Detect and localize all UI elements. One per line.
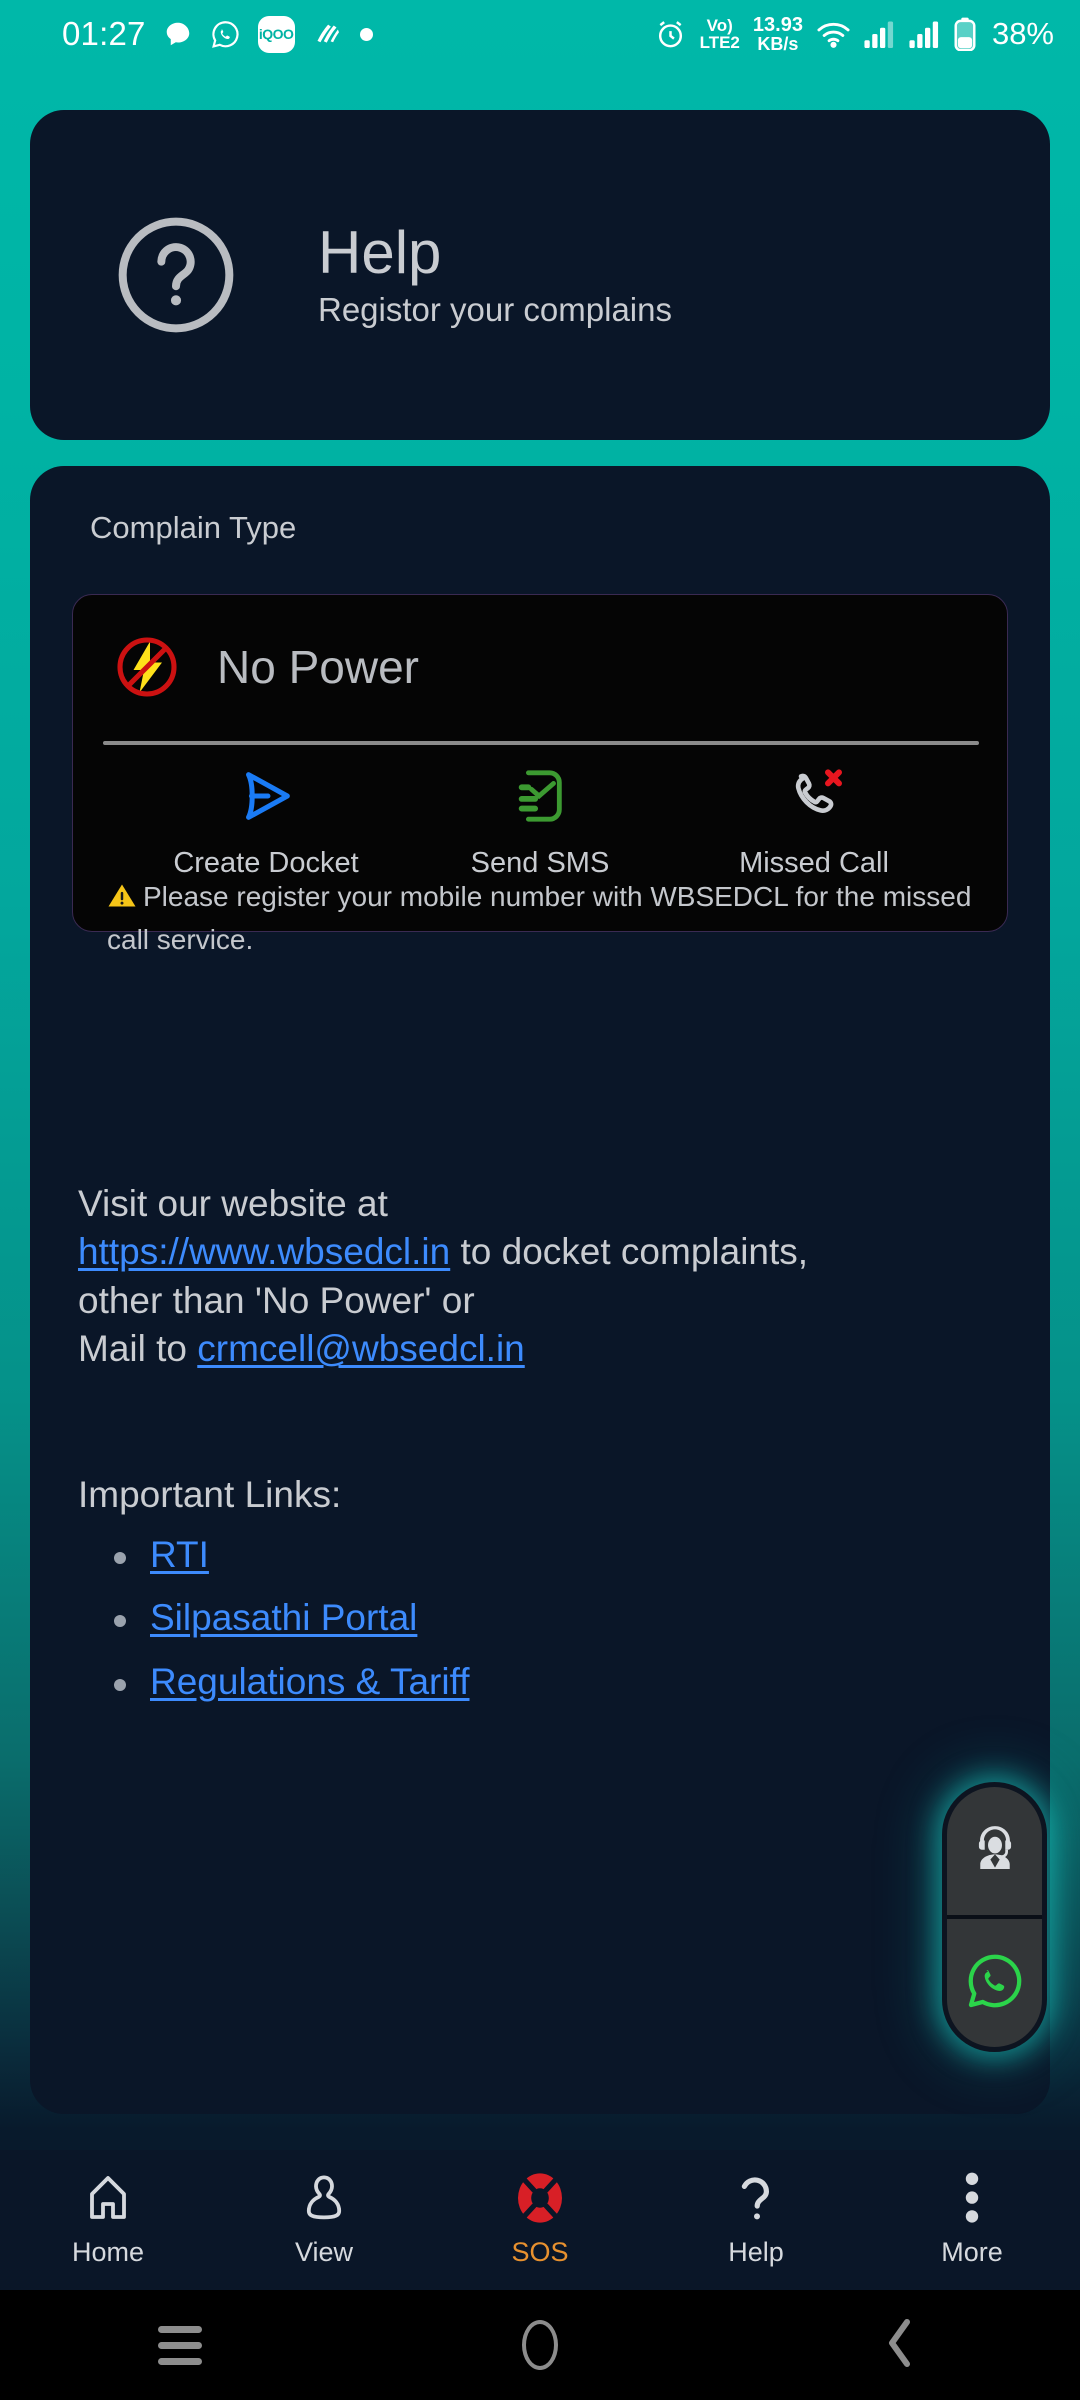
back-chevron-icon [885, 2318, 915, 2373]
nav-item-sos[interactable]: SOS [432, 2172, 648, 2268]
signal-bars-icon [864, 20, 896, 48]
person-icon [302, 2172, 346, 2224]
iqoo-icon: iQOO [257, 15, 295, 53]
missed-call-icon [784, 763, 844, 829]
swiggy-icon [312, 19, 343, 49]
visit-website-block: Visit our website at https://www.wbsedcl… [78, 1180, 1018, 1374]
sms-check-icon [512, 763, 568, 829]
android-home-button[interactable] [360, 2320, 720, 2370]
missed-call-button[interactable]: Missed Call [699, 763, 929, 880]
status-bar-clock: 01:27 [62, 15, 146, 52]
nav-label-home: Home [71, 2237, 145, 2267]
complaint-actions: Create Docket Send SMS Missed Call [73, 763, 1007, 880]
send-docket-icon [235, 763, 297, 829]
divider [103, 741, 979, 745]
important-links-list: RTI Silpasathi Portal Regulations & Tari… [88, 1528, 788, 1718]
battery-icon [954, 17, 976, 51]
create-docket-label: Create Docket [173, 847, 359, 879]
wbsedcl-website-link[interactable]: https://www.wbsedcl.in [78, 1231, 450, 1272]
home-circle-icon [522, 2320, 558, 2370]
list-item: Regulations & Tariff [88, 1655, 788, 1709]
status-bar: 01:27 iQOO Vo) LTE2 13.93 KB/s 38% [0, 0, 1080, 68]
create-docket-button[interactable]: Create Docket [151, 763, 381, 880]
sos-lifebuoy-icon [514, 2172, 566, 2224]
chat-bubble-icon [163, 19, 193, 49]
nav-item-help[interactable]: Help [648, 2172, 864, 2268]
complaint-type-no-power-card[interactable]: No Power Create Docket Send SMS Missed C… [72, 594, 1008, 955]
wifi-icon [816, 20, 851, 48]
visit-after-link: to docket complaints, [450, 1231, 809, 1273]
no-power-bolt-icon [111, 631, 183, 703]
complaint-title: No Power [217, 641, 419, 693]
page-subtitle: Registor your complains [318, 290, 672, 328]
help-header-card: Help Registor your complains [30, 110, 1050, 440]
whatsapp-button[interactable] [947, 1915, 1042, 2047]
page-title: Help [318, 219, 442, 287]
dot-icon [359, 27, 373, 41]
visit-line-1: Visit our website at [78, 1183, 388, 1224]
warning-triangle-icon [107, 880, 137, 920]
question-mark-icon [738, 2172, 774, 2224]
support-agent-button[interactable] [947, 1787, 1042, 1915]
status-bar-left: 01:27 iQOO [62, 15, 373, 53]
missed-call-note: Please register your mobile number with … [107, 877, 983, 960]
link-silpasathi-portal[interactable]: Silpasathi Portal [150, 1597, 417, 1638]
nav-label-help: Help [728, 2237, 784, 2267]
whatsapp-icon [210, 19, 241, 50]
complaint-header: No Power [73, 595, 1007, 703]
status-bar-right: Vo) LTE2 13.93 KB/s 38% [654, 13, 1054, 55]
floating-action-pill [942, 1782, 1047, 2052]
nav-label-view: View [294, 2237, 354, 2267]
alarm-clock-icon [654, 18, 687, 51]
list-item: RTI [88, 1528, 788, 1582]
signal-bars-icon [909, 20, 941, 48]
nav-label-sos: SOS [511, 2237, 569, 2267]
home-icon [84, 2172, 132, 2224]
nav-item-more[interactable]: More [864, 2172, 1080, 2268]
support-agent-icon [964, 1818, 1026, 1885]
help-header-texts: Help Registor your complains [318, 221, 672, 329]
mail-prefix: Mail to [78, 1328, 198, 1370]
list-item: Silpasathi Portal [88, 1591, 788, 1645]
android-back-button[interactable] [720, 2318, 1080, 2373]
volte-indicator: Vo) LTE2 [699, 16, 740, 52]
main-content-card: Complain Type No Power Create Docket Sen… [30, 466, 1050, 2114]
more-vertical-icon [963, 2172, 981, 2224]
data-speed-indicator: 13.93 KB/s [752, 13, 803, 55]
android-system-nav-bar [0, 2290, 1080, 2400]
nav-item-view[interactable]: View [216, 2172, 432, 2268]
send-sms-label: Send SMS [470, 847, 610, 879]
complain-type-label: Complain Type [90, 510, 297, 545]
recent-apps-icon [158, 2325, 202, 2365]
missed-call-note-text: Please register your mobile number with … [107, 881, 972, 955]
link-rti[interactable]: RTI [150, 1534, 209, 1575]
battery-percent: 38% [991, 16, 1054, 51]
visit-line-3: other than 'No Power' or [78, 1279, 475, 1321]
question-mark-circle-icon [112, 211, 240, 339]
link-regulations-tariff[interactable]: Regulations & Tariff [150, 1661, 470, 1702]
bottom-navigation-bar: Home View SOS Help More [0, 2150, 1080, 2290]
whatsapp-icon [964, 1950, 1026, 2017]
crmcell-email-link[interactable]: crmcell@wbsedcl.in [197, 1328, 524, 1369]
nav-label-more: More [941, 2237, 1003, 2267]
recent-apps-button[interactable] [0, 2325, 360, 2365]
nav-item-home[interactable]: Home [0, 2172, 216, 2268]
missed-call-label: Missed Call [739, 847, 889, 879]
send-sms-button[interactable]: Send SMS [425, 763, 655, 880]
important-links-title: Important Links: [78, 1474, 342, 1515]
